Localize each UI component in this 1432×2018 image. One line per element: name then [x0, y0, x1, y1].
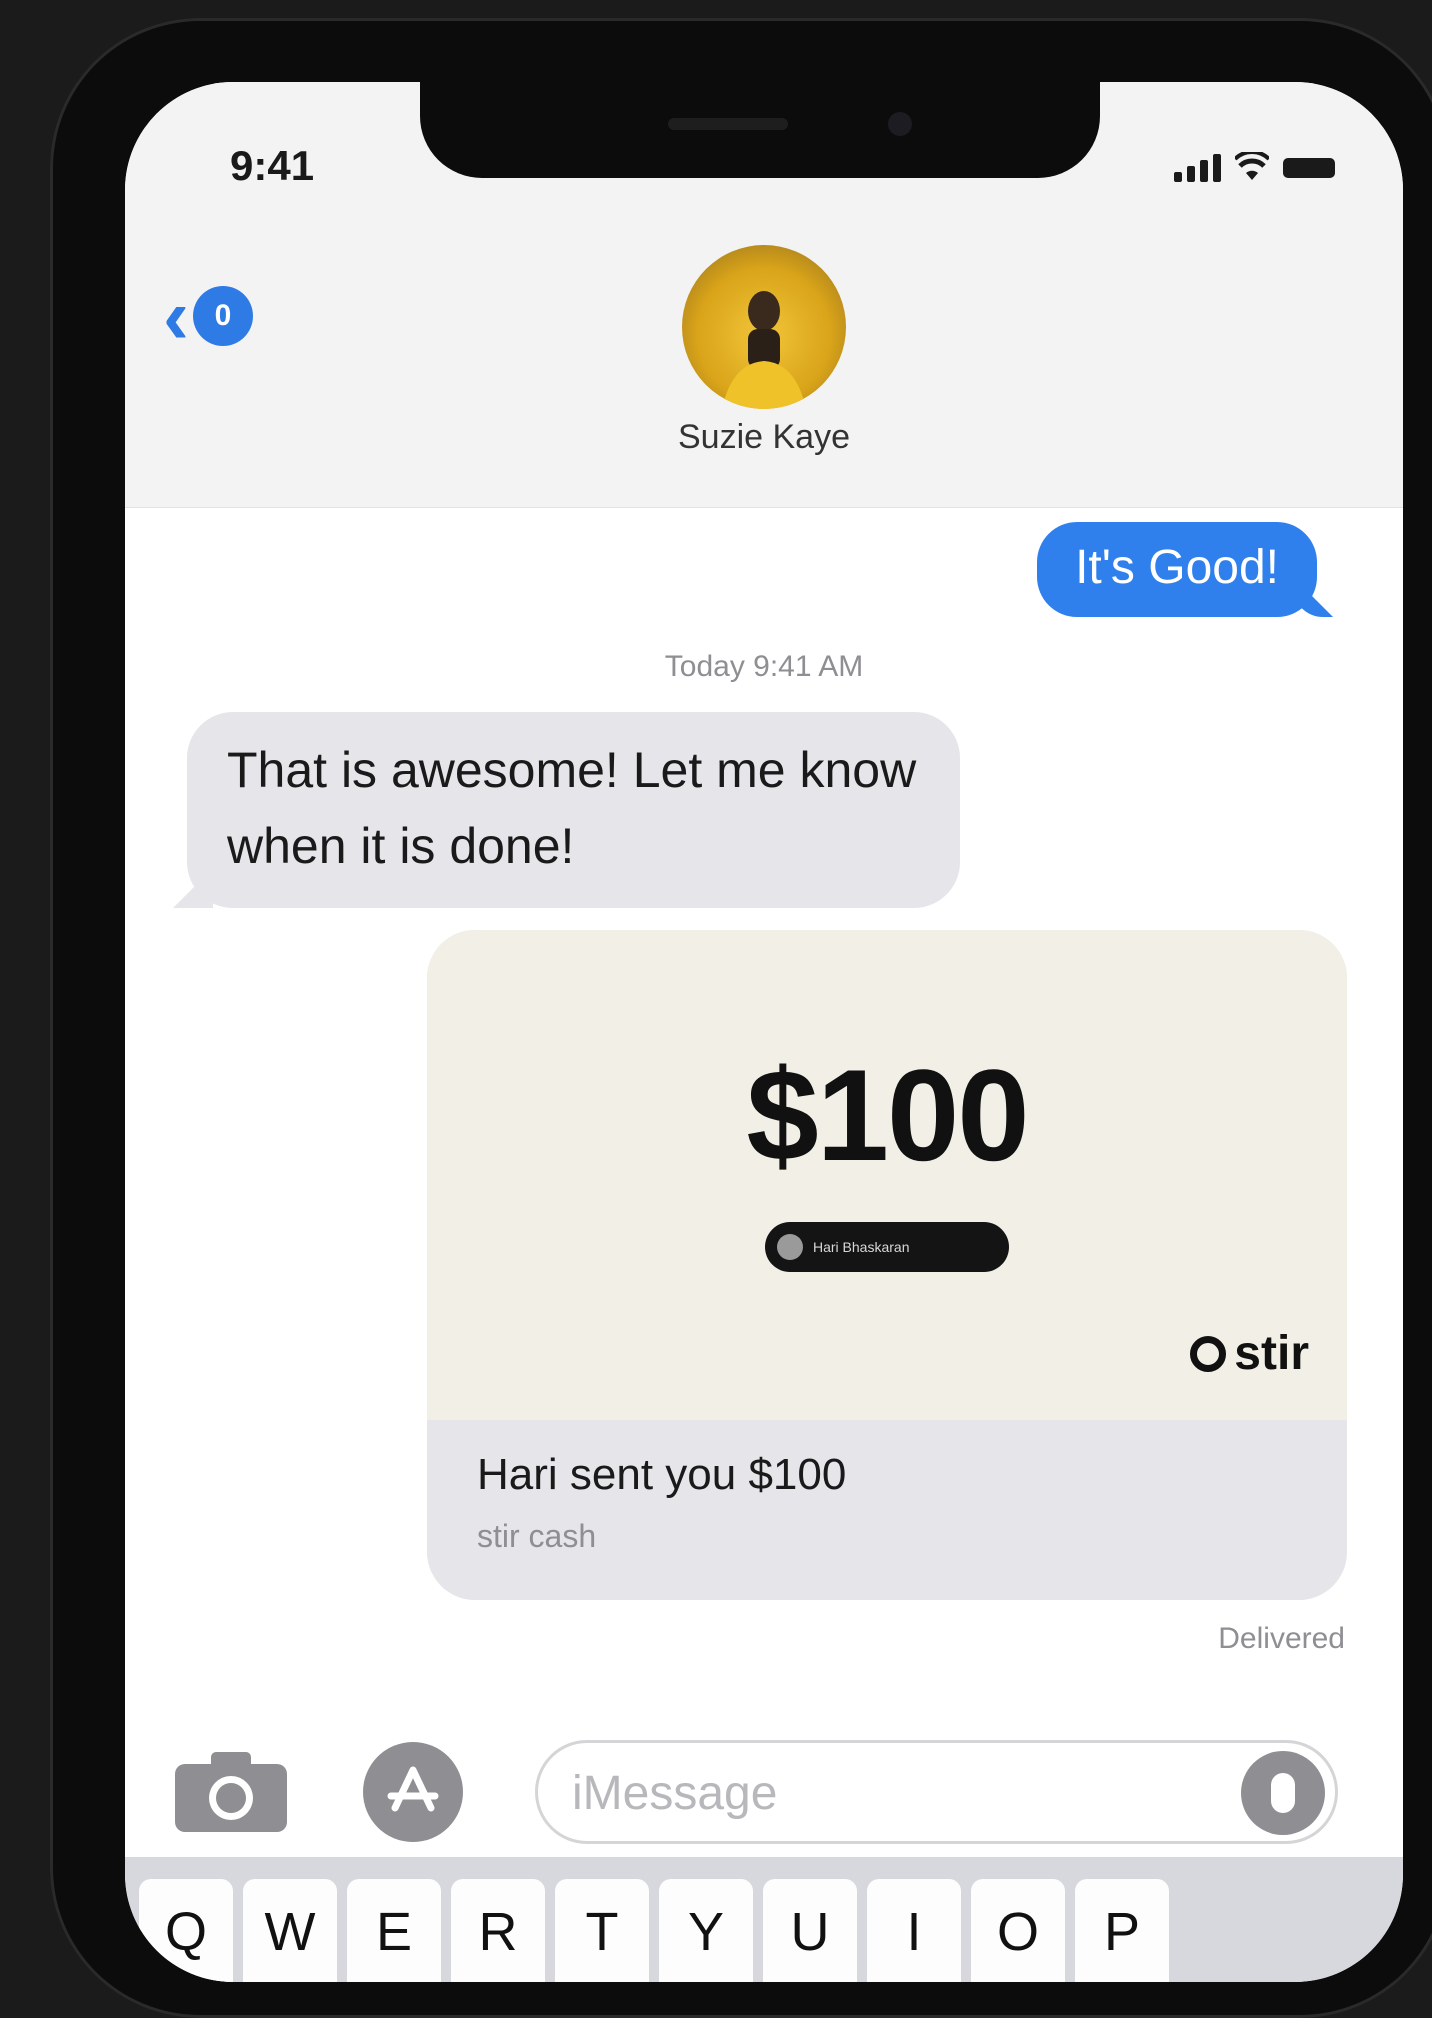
payment-card-top: $100 Hari Bhaskaran stir: [427, 930, 1347, 1420]
message-input-field[interactable]: [535, 1740, 1338, 1844]
unread-count-badge: 0: [192, 286, 253, 346]
chevron-left-icon: ‹: [163, 272, 189, 360]
microphone-icon: [1271, 1773, 1295, 1813]
phone-screen: 9:41 ‹ 0 Suzie Kaye It's Good! Today 9:4…: [125, 82, 1403, 1982]
payment-caption: Hari sent you $100: [477, 1450, 847, 1499]
status-icons: [1174, 152, 1335, 182]
app-store-icon: [387, 1766, 439, 1812]
phone-notch: [420, 82, 1100, 178]
key-i[interactable]: I: [867, 1879, 961, 1982]
contact-avatar[interactable]: [682, 245, 846, 409]
key-p[interactable]: P: [1075, 1879, 1169, 1982]
speaker-grille: [668, 118, 788, 130]
incoming-message-bubble[interactable]: That is awesome! Let me know when it is …: [187, 712, 960, 908]
camera-icon[interactable]: [175, 1752, 287, 1832]
message-timestamp: Today 9:41 AM: [664, 650, 864, 683]
status-time: 9:41: [230, 142, 315, 189]
sender-pill-label: Hari Bhaskaran: [813, 1239, 910, 1255]
front-camera: [888, 112, 912, 136]
battery-icon: [1283, 158, 1335, 178]
key-w[interactable]: W: [243, 1879, 337, 1982]
signal-icon: [1174, 152, 1221, 182]
delivery-status: Delivered: [1218, 1622, 1345, 1655]
payment-amount: $100: [746, 1042, 1029, 1188]
payment-card[interactable]: $100 Hari Bhaskaran stir Hari sent you $…: [427, 930, 1347, 1600]
keyboard: Q W E R T Y U I O P: [125, 1857, 1403, 1982]
wifi-icon: [1235, 152, 1269, 180]
message-composer: [125, 1700, 1403, 1850]
payment-card-footer: Hari sent you $100 stir cash: [427, 1420, 1347, 1600]
brand-logo: stir: [1190, 1326, 1309, 1381]
key-y[interactable]: Y: [659, 1879, 753, 1982]
contact-name[interactable]: Suzie Kaye: [125, 418, 1403, 457]
microphone-button[interactable]: [1241, 1751, 1325, 1835]
key-t[interactable]: T: [555, 1879, 649, 1982]
key-e[interactable]: E: [347, 1879, 441, 1982]
key-q[interactable]: Q: [139, 1879, 233, 1982]
brand-name: stir: [1234, 1327, 1309, 1380]
stir-logo-icon: [1190, 1335, 1227, 1372]
key-r[interactable]: R: [451, 1879, 545, 1982]
back-button[interactable]: ‹ 0: [163, 277, 253, 355]
outgoing-message-bubble[interactable]: It's Good!: [1037, 522, 1317, 617]
app-store-button[interactable]: [363, 1742, 463, 1842]
key-o[interactable]: O: [971, 1879, 1065, 1982]
sender-pill: Hari Bhaskaran: [765, 1222, 1009, 1272]
key-u[interactable]: U: [763, 1879, 857, 1982]
payment-subcaption: stir cash: [477, 1518, 597, 1554]
message-input[interactable]: [570, 1757, 1174, 1829]
person-photo-icon: [722, 291, 806, 409]
sender-avatar-icon: [777, 1234, 803, 1260]
